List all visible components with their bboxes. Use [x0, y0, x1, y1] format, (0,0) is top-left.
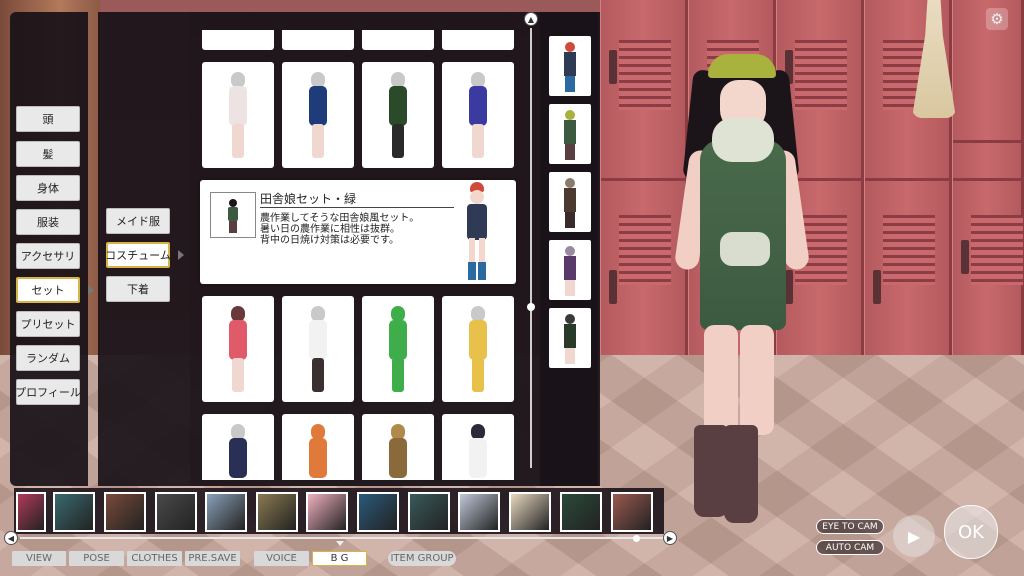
scroll-right-button[interactable]: ▶	[663, 531, 677, 545]
preview-strip-item[interactable]	[549, 240, 591, 300]
outfit-figure	[303, 302, 333, 396]
outfit-tooltip: 田舎娘セット・緑 農作業してそうな田舎娘風セット。 暑い日の農作業に相性は抜群。…	[200, 180, 516, 284]
outfit-figure	[463, 68, 493, 162]
tab-pre-save[interactable]: PRE.SAVE	[185, 551, 240, 566]
outfit-card[interactable]	[202, 30, 274, 50]
outfit-card[interactable]	[362, 296, 434, 402]
preview-strip-item[interactable]	[549, 308, 591, 368]
category-clothes[interactable]: 服装	[16, 209, 80, 235]
chevron-right-icon	[88, 285, 94, 295]
auto-cam-button[interactable]: AUTO CAM	[816, 540, 884, 555]
tooltip-title: 田舎娘セット・緑	[260, 192, 357, 206]
tooltip-divider	[260, 207, 454, 208]
outfit-card[interactable]	[442, 62, 514, 168]
ok-button[interactable]: OK	[944, 505, 998, 559]
bg-thumbnail[interactable]	[458, 492, 500, 532]
bg-thumbnail[interactable]	[104, 492, 146, 532]
tab-item-group[interactable]: ITEM GROUP	[388, 551, 456, 566]
bg-thumbnail[interactable]	[16, 492, 46, 532]
outfit-card[interactable]	[202, 296, 274, 402]
outfit-card[interactable]	[362, 62, 434, 168]
bg-thumbnail[interactable]	[408, 492, 450, 532]
tooltip-line: 背中の日焼け対策は必要です。	[260, 235, 399, 246]
category-profile[interactable]: プロフィール	[15, 379, 81, 405]
outfit-figure	[383, 68, 413, 162]
tooltip-thumbnail	[210, 192, 256, 238]
bg-thumbnail[interactable]	[611, 492, 653, 532]
category-random[interactable]: ランダム	[16, 345, 80, 371]
thumbnail-scroll-handle[interactable]	[633, 535, 640, 542]
tooltip-line: 農作業してそうな田舎娘風セット。	[260, 213, 420, 224]
outfit-card[interactable]	[202, 62, 274, 168]
outfit-card[interactable]	[442, 296, 514, 402]
outfit-card[interactable]	[282, 296, 354, 402]
camera-icon[interactable]: ▶	[893, 515, 935, 557]
category-head[interactable]: 頭	[16, 106, 80, 132]
outfit-card[interactable]	[442, 414, 514, 480]
grid-scroll-handle[interactable]	[527, 303, 535, 311]
outfit-figure	[303, 68, 333, 162]
locker	[600, 0, 688, 355]
preview-strip-item[interactable]	[549, 104, 591, 164]
sub-costume[interactable]: コスチューム	[105, 242, 171, 268]
tab-pose[interactable]: POSE	[69, 551, 124, 566]
outfit-card[interactable]	[362, 414, 434, 480]
bg-thumbnail[interactable]	[306, 492, 348, 532]
category-set[interactable]: セット	[16, 277, 80, 303]
grid-scrollbar[interactable]	[530, 28, 532, 468]
outfit-figure	[303, 420, 333, 480]
scroll-left-button[interactable]: ◀	[4, 531, 18, 545]
preview-strip-item[interactable]	[549, 172, 591, 232]
category-accessory[interactable]: アクセサリ	[16, 243, 80, 269]
bg-thumbnail[interactable]	[205, 492, 247, 532]
thumbnail-scroll-track[interactable]	[20, 537, 666, 539]
outfit-card[interactable]	[282, 62, 354, 168]
outfit-figure	[223, 68, 253, 162]
outfit-figure	[383, 420, 413, 480]
outfit-card[interactable]	[282, 414, 354, 480]
chevron-down-icon	[336, 541, 344, 546]
tab-voice[interactable]: VOICE	[254, 551, 309, 566]
preview-strip-item[interactable]	[549, 36, 591, 96]
bg-thumbnail[interactable]	[256, 492, 298, 532]
outfit-card[interactable]	[202, 414, 274, 480]
bg-thumbnail[interactable]	[357, 492, 399, 532]
outfit-figure	[463, 302, 493, 396]
outfit-figure	[223, 302, 253, 396]
outfit-figure	[463, 420, 493, 480]
bg-thumbnail[interactable]	[560, 492, 602, 532]
tab-view[interactable]: VIEW	[12, 551, 66, 566]
outfit-card[interactable]	[282, 30, 354, 50]
bg-thumbnail[interactable]	[509, 492, 551, 532]
sub-maid[interactable]: メイド服	[106, 208, 170, 234]
outfit-card[interactable]	[442, 30, 514, 50]
tab-bg[interactable]: B G	[312, 551, 367, 566]
bg-thumbnail[interactable]	[155, 492, 197, 532]
outfit-card[interactable]	[362, 30, 434, 50]
bg-thumbnail[interactable]	[53, 492, 95, 532]
scroll-up-button[interactable]: ▲	[524, 12, 538, 26]
outfit-figure	[383, 302, 413, 396]
category-body[interactable]: 身体	[16, 175, 80, 201]
gear-icon[interactable]: ⚙	[986, 8, 1008, 30]
locker	[952, 0, 1024, 355]
category-hair[interactable]: 髪	[16, 141, 80, 167]
eye-to-cam-button[interactable]: EYE TO CAM	[816, 519, 884, 534]
tooltip-line: 暑い日の農作業に相性は抜群。	[260, 224, 400, 235]
category-preset[interactable]: プリセット	[16, 311, 80, 337]
sub-underwear[interactable]: 下着	[106, 276, 170, 302]
outfit-figure	[223, 420, 253, 480]
tab-clothes[interactable]: CLOTHES	[127, 551, 182, 566]
chevron-right-icon	[178, 250, 184, 260]
